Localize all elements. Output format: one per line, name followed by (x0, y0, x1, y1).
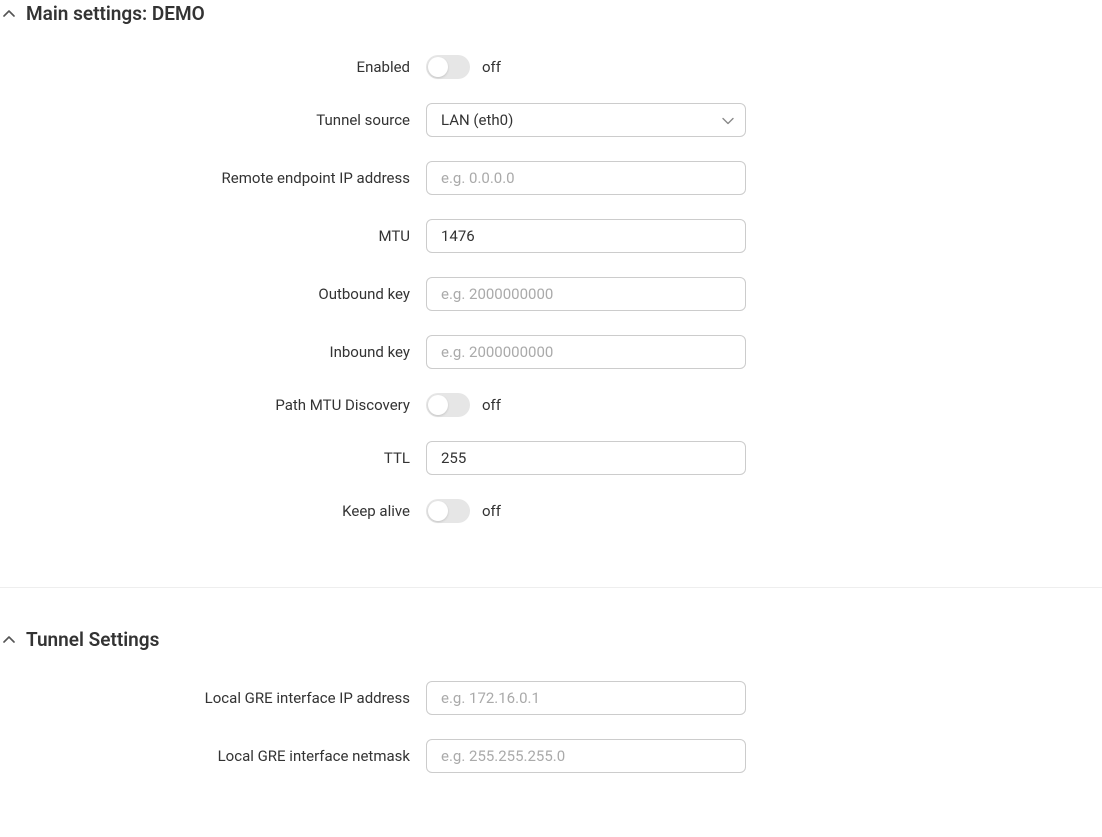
label-pmtu: Path MTU Discovery (0, 396, 426, 414)
row-remote-endpoint: Remote endpoint IP address (0, 161, 1102, 195)
row-outbound-key: Outbound key (0, 277, 1102, 311)
label-outbound-key: Outbound key (0, 285, 426, 303)
input-remote-endpoint[interactable] (426, 161, 746, 195)
label-tunnel-source: Tunnel source (0, 111, 426, 129)
select-tunnel-source-value[interactable] (426, 103, 746, 137)
toggle-enabled-state: off (482, 58, 501, 76)
input-local-gre-netmask[interactable] (426, 739, 746, 773)
label-ttl: TTL (0, 449, 426, 467)
label-remote-endpoint: Remote endpoint IP address (0, 169, 426, 187)
label-local-gre-ip: Local GRE interface IP address (0, 689, 426, 707)
label-keepalive: Keep alive (0, 502, 426, 520)
row-ttl: TTL (0, 441, 1102, 475)
label-mtu: MTU (0, 227, 426, 245)
row-tunnel-source: Tunnel source (0, 103, 1102, 137)
toggle-enabled[interactable] (426, 55, 470, 79)
row-local-gre-ip: Local GRE interface IP address (0, 681, 1102, 715)
row-pmtu: Path MTU Discovery off (0, 393, 1102, 417)
main-settings-section: Main settings: DEMO Enabled off Tunnel s… (0, 0, 1102, 587)
row-keepalive: Keep alive off (0, 499, 1102, 523)
chevron-up-icon (2, 633, 16, 647)
input-outbound-key[interactable] (426, 277, 746, 311)
input-ttl[interactable] (426, 441, 746, 475)
tunnel-settings-title: Tunnel Settings (26, 628, 159, 651)
main-settings-header[interactable]: Main settings: DEMO (0, 2, 1102, 55)
label-inbound-key: Inbound key (0, 343, 426, 361)
tunnel-settings-header[interactable]: Tunnel Settings (0, 628, 1102, 681)
select-tunnel-source[interactable] (426, 103, 746, 137)
row-local-gre-netmask: Local GRE interface netmask (0, 739, 1102, 773)
row-mtu: MTU (0, 219, 1102, 253)
tunnel-settings-section: Tunnel Settings Local GRE interface IP a… (0, 588, 1102, 837)
main-settings-title: Main settings: DEMO (26, 2, 205, 25)
input-mtu[interactable] (426, 219, 746, 253)
toggle-pmtu-state: off (482, 396, 501, 414)
toggle-keepalive[interactable] (426, 499, 470, 523)
toggle-keepalive-state: off (482, 502, 501, 520)
input-inbound-key[interactable] (426, 335, 746, 369)
row-inbound-key: Inbound key (0, 335, 1102, 369)
chevron-up-icon (2, 7, 16, 21)
row-enabled: Enabled off (0, 55, 1102, 79)
input-local-gre-ip[interactable] (426, 681, 746, 715)
label-enabled: Enabled (0, 58, 426, 76)
label-local-gre-netmask: Local GRE interface netmask (0, 747, 426, 765)
toggle-pmtu[interactable] (426, 393, 470, 417)
